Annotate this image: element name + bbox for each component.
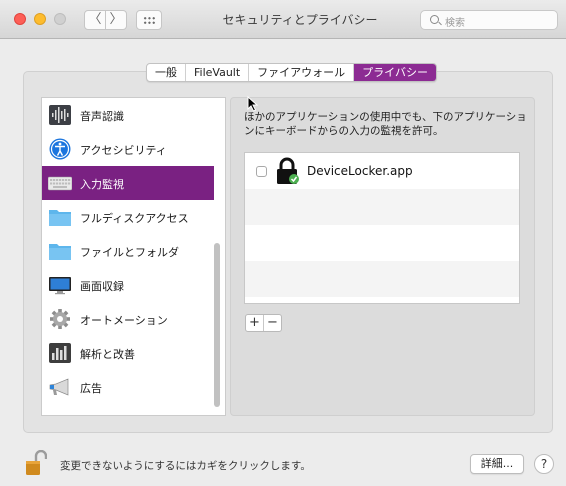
list-item[interactable]: DeviceLocker.app: [245, 153, 519, 189]
zoom-button[interactable]: [54, 13, 66, 25]
back-button[interactable]: 〈: [84, 10, 106, 30]
empty-row: [245, 225, 519, 261]
sidebar-item-label: オートメーション: [80, 314, 168, 327]
gear-icon: [50, 309, 70, 329]
mouse-cursor-icon: [247, 96, 259, 112]
sidebar-item-automation[interactable]: オートメーション: [42, 302, 214, 336]
title-bar: 〈 〉 セキュリティとプライバシー 検索: [0, 0, 566, 39]
sidebar-item-screen-recording[interactable]: 画面収録: [42, 268, 214, 302]
sidebar-item-speech-recognition[interactable]: 音声認識: [42, 98, 214, 132]
search-placeholder: 検索: [445, 18, 465, 29]
window-title: セキュリティとプライバシー: [222, 13, 378, 27]
sidebar-item-label: フルディスクアクセス: [80, 212, 189, 225]
sidebar-item-label: 解析と改善: [80, 348, 135, 361]
bar-chart-icon: [49, 343, 71, 363]
app-checkbox[interactable]: [256, 166, 267, 177]
sidebar-item-label: 音声認識: [80, 110, 124, 123]
lock-icon[interactable]: [25, 450, 47, 476]
megaphone-icon: [49, 378, 69, 396]
sidebar-scrollbar[interactable]: [214, 243, 220, 407]
sidebar-item-accessibility[interactable]: アクセシビリティ: [42, 132, 214, 166]
tab-filevault[interactable]: FileVault: [186, 64, 250, 81]
sidebar-item-label: 広告: [80, 382, 102, 395]
display-icon: [49, 277, 71, 295]
sidebar-item-analytics[interactable]: 解析と改善: [42, 336, 214, 370]
sidebar-item-label: ファイルとフォルダ: [80, 246, 179, 259]
sidebar-item-full-disk-access[interactable]: フルディスクアクセス: [42, 200, 214, 234]
add-app-button[interactable]: +: [246, 315, 264, 331]
close-button[interactable]: [14, 13, 26, 25]
advanced-button[interactable]: 詳細...: [470, 454, 524, 474]
preferences-window: 〈 〉 セキュリティとプライバシー 検索 一般 FileVault ファイアウォ…: [0, 0, 566, 486]
waveform-icon: [49, 105, 71, 125]
folder-icon: [49, 244, 71, 260]
help-button[interactable]: ?: [534, 454, 554, 474]
sidebar-item-label: 入力監視: [80, 178, 124, 191]
tab-bar: 一般 FileVault ファイアウォール プライバシー: [146, 63, 437, 82]
description-text: ほかのアプリケーションの使用中でも、下のアプリケーショ ンにキーボードからの入力…: [244, 110, 529, 138]
privacy-category-list[interactable]: 音声認識 アクセシビリティ 入力監視 フルディスクアクセス ファイルとフォルダ …: [41, 97, 226, 416]
app-list[interactable]: DeviceLocker.app: [244, 152, 520, 304]
folder-icon: [49, 210, 71, 226]
description-line-2: ンにキーボードからの入力の監視を許可。: [244, 125, 444, 137]
grid-icon: [143, 16, 156, 25]
sidebar-item-files-and-folders[interactable]: ファイルとフォルダ: [42, 234, 214, 268]
tab-privacy[interactable]: プライバシー: [354, 64, 436, 81]
add-remove-control: + −: [245, 314, 282, 332]
description-line-1: ほかのアプリケーションの使用中でも、下のアプリケーショ: [244, 111, 527, 123]
sidebar-item-advertising[interactable]: 広告: [42, 370, 214, 404]
minimize-button[interactable]: [34, 13, 46, 25]
forward-button[interactable]: 〉: [105, 10, 127, 30]
sidebar-item-label: アクセシビリティ: [80, 144, 167, 157]
empty-row: [245, 189, 519, 225]
accessibility-icon: [49, 138, 71, 160]
tab-general[interactable]: 一般: [147, 64, 186, 81]
sidebar-item-label: 画面収録: [80, 280, 124, 293]
empty-row: [245, 261, 519, 297]
keyboard-icon: [48, 176, 72, 191]
lock-hint-text: 変更できないようにするにはカギをクリックします。: [60, 460, 311, 472]
app-name: DeviceLocker.app: [307, 164, 413, 178]
remove-app-button[interactable]: −: [264, 315, 281, 331]
search-field[interactable]: 検索: [420, 10, 558, 30]
show-all-button[interactable]: [136, 10, 162, 30]
search-icon: [430, 15, 439, 24]
tab-firewall[interactable]: ファイアウォール: [249, 64, 355, 81]
sidebar-item-input-monitoring[interactable]: 入力監視: [42, 166, 214, 200]
lock-app-icon: [277, 157, 299, 184]
